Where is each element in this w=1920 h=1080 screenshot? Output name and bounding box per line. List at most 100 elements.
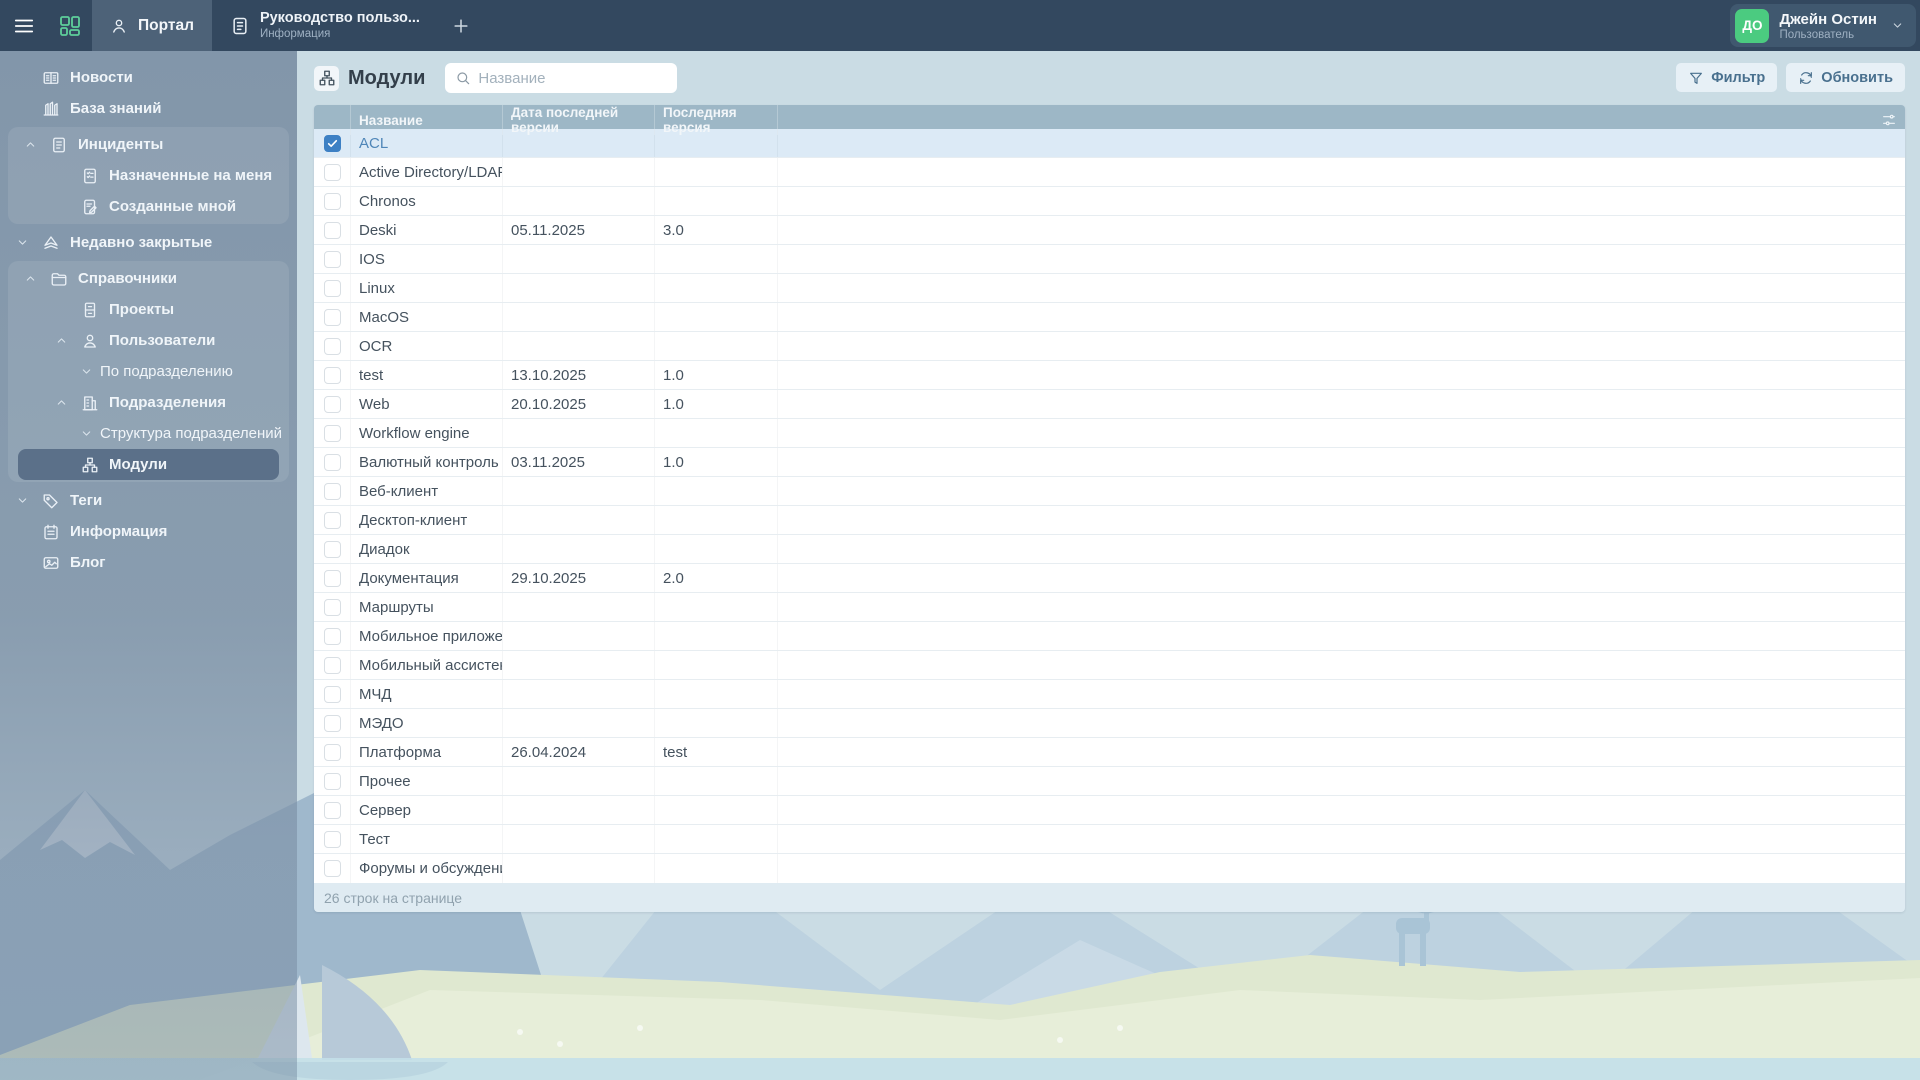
tab-portal[interactable]: Портал [92, 0, 212, 51]
search-input[interactable] [478, 69, 678, 87]
checkbox-unchecked[interactable] [323, 860, 341, 877]
sidebar-item-8[interactable]: Пользователи [8, 325, 289, 356]
table-row[interactable]: Платформа 26.04.2024 test [314, 738, 1905, 767]
table-row[interactable]: Документация 29.10.2025 2.0 [314, 564, 1905, 593]
chevron-down-icon[interactable] [78, 365, 94, 378]
checkbox-unchecked[interactable] [323, 250, 341, 268]
checkbox-unchecked[interactable] [323, 627, 341, 645]
table-row[interactable]: test 13.10.2025 1.0 [314, 361, 1905, 390]
checkbox-unchecked[interactable] [323, 743, 341, 761]
checkbox-unchecked[interactable] [323, 801, 341, 819]
module-name-cell[interactable]: OCR [351, 332, 503, 360]
checkbox-unchecked[interactable] [323, 366, 341, 384]
table-row[interactable]: Мобильное приложение [314, 622, 1905, 651]
sidebar-item-11[interactable]: Структура подразделений [8, 418, 289, 449]
module-name-cell[interactable]: test [351, 361, 503, 389]
table-row[interactable]: MacOS [314, 303, 1905, 332]
column-header-version[interactable]: Последняя версия [655, 105, 778, 135]
checkbox-unchecked[interactable] [323, 279, 341, 297]
sidebar-item-13[interactable]: Теги [0, 485, 297, 516]
table-row[interactable]: Chronos [314, 187, 1905, 216]
plus-icon[interactable] [438, 0, 484, 51]
column-header-name[interactable]: Название [351, 105, 503, 135]
sidebar-item-6[interactable]: Справочники [8, 263, 289, 294]
module-name-cell[interactable]: IOS [351, 245, 503, 273]
table-row[interactable]: Веб-клиент [314, 477, 1905, 506]
module-name-cell[interactable]: Deski [351, 216, 503, 244]
table-row[interactable]: Web 20.10.2025 1.0 [314, 390, 1905, 419]
chevron-down-icon[interactable] [14, 494, 30, 507]
table-row[interactable]: Валютный контроль 03.11.2025 1.0 [314, 448, 1905, 477]
table-row[interactable]: Linux [314, 274, 1905, 303]
sidebar-item-3[interactable]: Назначенные на меня [8, 160, 289, 191]
table-row[interactable]: Active Directory/LDAP [314, 158, 1905, 187]
module-name-cell[interactable]: Веб-клиент [351, 477, 503, 505]
sidebar-item-0[interactable]: Новости [0, 62, 297, 93]
menu-icon[interactable] [0, 0, 48, 51]
chevron-down-icon[interactable] [14, 236, 30, 249]
table-row[interactable]: Сервер [314, 796, 1905, 825]
checkbox-checked[interactable] [323, 134, 341, 152]
checkbox-unchecked[interactable] [323, 453, 341, 471]
module-name-cell[interactable]: MacOS [351, 303, 503, 331]
sidebar-item-7[interactable]: Проекты [8, 294, 289, 325]
chevron-up-icon[interactable] [22, 272, 38, 285]
tab-user-guide[interactable]: Руководство пользо... Информация [212, 0, 438, 51]
filter-button[interactable]: Фильтр [1676, 63, 1778, 92]
chevron-down-icon[interactable] [78, 427, 94, 440]
module-name-cell[interactable]: Мобильное приложение [351, 622, 503, 650]
checkbox-unchecked[interactable] [323, 308, 341, 326]
sidebar-item-5[interactable]: Недавно закрытые [0, 227, 297, 258]
module-name-cell[interactable]: Chronos [351, 187, 503, 215]
module-name-cell[interactable]: Linux [351, 274, 503, 302]
user-menu[interactable]: ДО Джейн Остин Пользователь [1730, 4, 1916, 47]
table-row[interactable]: Deski 05.11.2025 3.0 [314, 216, 1905, 245]
table-row[interactable]: Прочее [314, 767, 1905, 796]
chevron-up-icon[interactable] [22, 138, 38, 151]
module-name-cell[interactable]: Маршруты [351, 593, 503, 621]
column-header-date[interactable]: Дата последней версии [503, 105, 655, 135]
checkbox-unchecked[interactable] [323, 685, 341, 703]
column-settings-icon[interactable] [1881, 105, 1897, 135]
module-name-cell[interactable]: Платформа [351, 738, 503, 766]
checkbox-unchecked[interactable] [323, 192, 341, 210]
checkbox-unchecked[interactable] [323, 163, 341, 181]
sidebar-item-10[interactable]: Подразделения [8, 387, 289, 418]
checkbox-unchecked[interactable] [323, 569, 341, 587]
module-name-cell[interactable]: Прочее [351, 767, 503, 795]
module-name-cell[interactable]: Десктоп-клиент [351, 506, 503, 534]
checkbox-unchecked[interactable] [323, 656, 341, 674]
checkbox-unchecked[interactable] [323, 540, 341, 558]
sidebar-item-1[interactable]: База знаний [0, 93, 297, 124]
module-name-cell[interactable]: Active Directory/LDAP [351, 158, 503, 186]
table-row[interactable]: Мобильный ассистент [314, 651, 1905, 680]
module-name-cell[interactable]: Тест [351, 825, 503, 853]
chevron-up-icon[interactable] [53, 334, 69, 347]
table-row[interactable]: МЧД [314, 680, 1905, 709]
checkbox-unchecked[interactable] [323, 830, 341, 848]
module-name-cell[interactable]: Workflow engine [351, 419, 503, 447]
sidebar-item-12[interactable]: Модули [18, 449, 279, 480]
checkbox-unchecked[interactable] [323, 395, 341, 413]
checkbox-unchecked[interactable] [323, 221, 341, 239]
checkbox-unchecked[interactable] [323, 482, 341, 500]
checkbox-unchecked[interactable] [323, 714, 341, 732]
module-name-cell[interactable]: Документация [351, 564, 503, 592]
module-name-cell[interactable]: Диадок [351, 535, 503, 563]
checkbox-unchecked[interactable] [323, 598, 341, 616]
table-row[interactable]: МЭДО [314, 709, 1905, 738]
checkbox-unchecked[interactable] [323, 772, 341, 790]
module-name-cell[interactable]: Web [351, 390, 503, 418]
checkbox-unchecked[interactable] [323, 337, 341, 355]
module-name-cell[interactable]: Валютный контроль [351, 448, 503, 476]
table-row[interactable]: Тест [314, 825, 1905, 854]
checkbox-unchecked[interactable] [323, 511, 341, 529]
sidebar-item-2[interactable]: Инциденты [8, 129, 289, 160]
table-row[interactable]: IOS [314, 245, 1905, 274]
sidebar-item-15[interactable]: Блог [0, 547, 297, 578]
module-name-cell[interactable]: МЧД [351, 680, 503, 708]
module-name-cell[interactable]: Сервер [351, 796, 503, 824]
chevron-up-icon[interactable] [53, 396, 69, 409]
module-name-cell[interactable]: Форумы и обсуждения [351, 854, 503, 883]
sidebar-item-9[interactable]: По подразделению [8, 356, 289, 387]
